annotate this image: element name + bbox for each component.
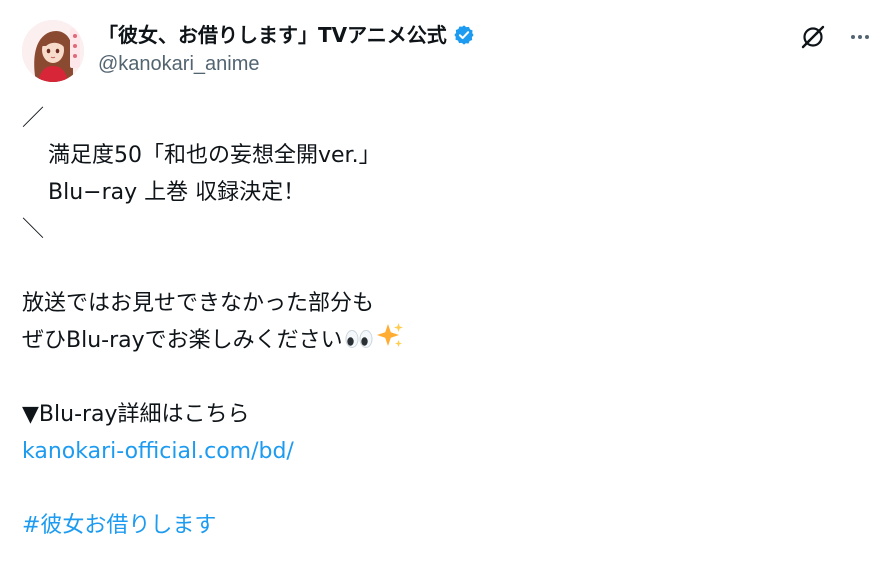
tweet-details-label: ▼Blu-ray詳細はこちら — [22, 402, 250, 427]
bluray-details-link[interactable]: kanokari-official.com/bd/ — [22, 439, 294, 464]
more-options-icon[interactable] — [848, 25, 872, 49]
tweet-line-close: ＼ — [22, 217, 45, 242]
display-name[interactable]: 「彼女、お借りします」TVアニメ公式 — [98, 22, 447, 48]
tweet-header: 「彼女、お借りします」TVアニメ公式 @kanokari_anime — [22, 16, 872, 86]
tweet-spacer — [22, 470, 862, 507]
tweet-line-title: 満足度50「和也の妄想全開ver.」 — [48, 143, 381, 168]
sparkles-emoji-icon — [375, 322, 405, 362]
tweet-line-body2-text: ぜひBlu-rayでお楽しみください — [22, 328, 343, 353]
tweet-line-open: ／ — [22, 106, 45, 131]
tweet-link-line: kanokari-official.com/bd/ — [22, 433, 862, 470]
hashtag-link[interactable]: #彼女お借りします — [22, 513, 216, 538]
tweet-line-body1: 放送ではお見せできなかった部分も — [22, 291, 375, 316]
avatar[interactable] — [22, 20, 84, 82]
tweet-spacer — [22, 359, 862, 396]
tweet-text: ／ 満足度50「和也の妄想全開ver.」 Blu−ray 上巻 収録決定！ ＼ … — [22, 100, 862, 544]
tweet-line-bluray: Blu−ray 上巻 収録決定！ — [48, 180, 306, 205]
eyes-emoji-icon — [344, 325, 374, 362]
verified-badge-icon[interactable] — [453, 24, 475, 46]
author-handle[interactable]: @kanokari_anime — [98, 51, 475, 77]
author-info: 「彼女、お借りします」TVアニメ公式 @kanokari_anime — [98, 22, 475, 77]
tweet-spacer — [22, 248, 862, 285]
header-actions — [800, 24, 872, 50]
avatar-image — [22, 20, 84, 82]
display-name-row: 「彼女、お借りします」TVアニメ公式 — [98, 22, 475, 48]
tweet-hashtag-line: #彼女お借りします — [22, 507, 862, 544]
grok-icon[interactable] — [800, 24, 826, 50]
tweet-line-body2: ぜひBlu-rayでお楽しみください — [22, 322, 862, 359]
